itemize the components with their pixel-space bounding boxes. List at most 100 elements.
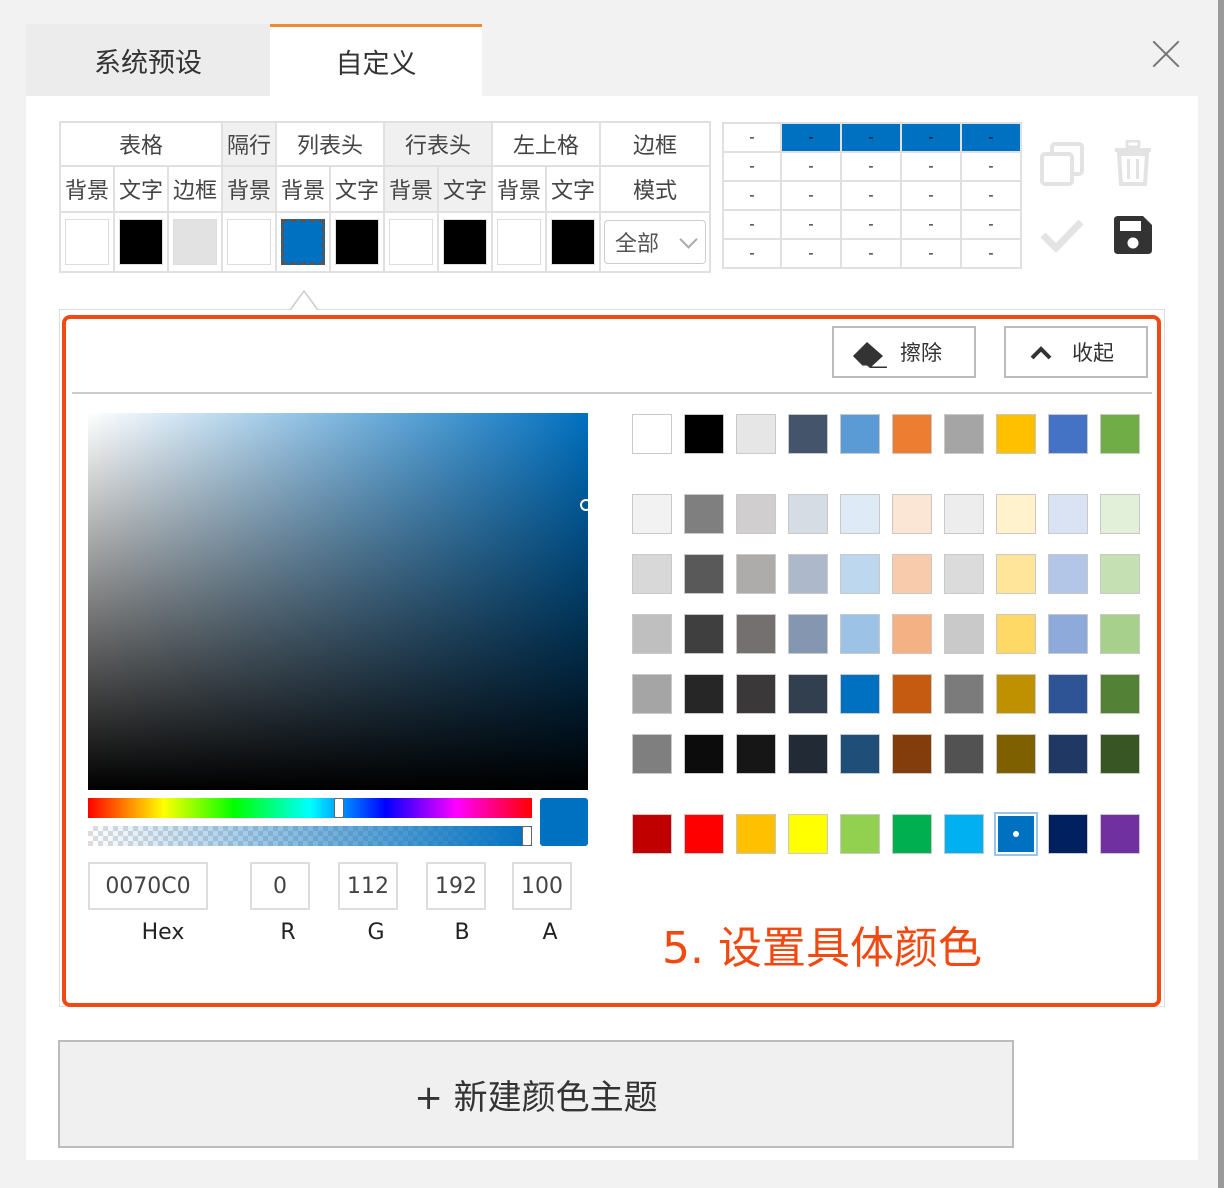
copy-icon[interactable] (1040, 142, 1084, 186)
g-input[interactable]: 112 (338, 862, 398, 910)
palette-swatch[interactable] (736, 494, 776, 534)
palette-swatch[interactable] (944, 414, 984, 454)
palette-swatch[interactable] (736, 414, 776, 454)
palette-swatch[interactable] (632, 734, 672, 774)
palette-swatch[interactable] (1048, 734, 1088, 774)
palette-swatch[interactable] (1048, 814, 1088, 854)
palette-swatch[interactable] (736, 614, 776, 654)
palette-swatch[interactable] (996, 814, 1036, 854)
palette-swatch[interactable] (892, 734, 932, 774)
saturation-value-area[interactable] (88, 413, 588, 790)
swatch-table-border[interactable] (173, 219, 217, 265)
palette-swatch[interactable] (632, 814, 672, 854)
swatch-rowheader-bg[interactable] (389, 219, 433, 265)
palette-swatch[interactable] (996, 674, 1036, 714)
palette-swatch[interactable] (944, 814, 984, 854)
a-input[interactable]: 100 (512, 862, 572, 910)
palette-swatch[interactable] (892, 414, 932, 454)
palette-swatch[interactable] (996, 614, 1036, 654)
palette-swatch[interactable] (736, 814, 776, 854)
palette-swatch[interactable] (1048, 414, 1088, 454)
tab-custom[interactable]: 自定义 (270, 24, 482, 96)
palette-swatch[interactable] (684, 554, 724, 594)
hue-slider-handle[interactable] (334, 798, 344, 818)
palette-swatch[interactable] (944, 674, 984, 714)
palette-swatch[interactable] (1100, 614, 1140, 654)
tab-preset[interactable]: 系统预设 (26, 24, 270, 96)
swatch-rowheader-text[interactable] (443, 219, 487, 265)
palette-swatch[interactable] (632, 614, 672, 654)
palette-swatch[interactable] (1100, 554, 1140, 594)
palette-swatch[interactable] (944, 554, 984, 594)
palette-swatch[interactable] (892, 554, 932, 594)
swatch-topleft-text[interactable] (551, 219, 595, 265)
palette-swatch[interactable] (996, 494, 1036, 534)
border-mode-select[interactable]: 全部 (604, 220, 706, 264)
swatch-colheader-bg[interactable] (281, 219, 325, 265)
palette-swatch[interactable] (684, 614, 724, 654)
swatch-table-bg[interactable] (65, 219, 109, 265)
palette-swatch[interactable] (684, 494, 724, 534)
r-input[interactable]: 0 (250, 862, 310, 910)
palette-swatch[interactable] (944, 494, 984, 534)
palette-swatch[interactable] (944, 734, 984, 774)
b-input[interactable]: 192 (426, 862, 486, 910)
palette-swatch[interactable] (1048, 674, 1088, 714)
palette-swatch[interactable] (632, 494, 672, 534)
palette-swatch[interactable] (892, 614, 932, 654)
palette-swatch[interactable] (788, 614, 828, 654)
palette-swatch[interactable] (1100, 494, 1140, 534)
palette-swatch[interactable] (1100, 674, 1140, 714)
palette-swatch[interactable] (736, 734, 776, 774)
palette-swatch[interactable] (788, 494, 828, 534)
palette-swatch[interactable] (788, 734, 828, 774)
swatch-altrow-bg[interactable] (227, 219, 271, 265)
check-icon[interactable] (1040, 218, 1084, 252)
palette-swatch[interactable] (1100, 814, 1140, 854)
close-icon[interactable] (1150, 38, 1182, 70)
palette-swatch[interactable] (684, 674, 724, 714)
palette-swatch[interactable] (632, 674, 672, 714)
swatch-colheader-text[interactable] (335, 219, 379, 265)
palette-swatch[interactable] (788, 674, 828, 714)
palette-swatch[interactable] (736, 554, 776, 594)
palette-swatch[interactable] (632, 554, 672, 594)
palette-swatch[interactable] (996, 414, 1036, 454)
palette-swatch[interactable] (1100, 734, 1140, 774)
palette-swatch[interactable] (840, 414, 880, 454)
hex-input[interactable]: 0070C0 (88, 862, 208, 910)
new-theme-button[interactable]: + 新建颜色主题 (58, 1040, 1014, 1148)
palette-swatch[interactable] (1048, 554, 1088, 594)
collapse-button[interactable]: 收起 (1004, 326, 1148, 378)
trash-icon[interactable] (1114, 140, 1152, 186)
swatch-table-text[interactable] (119, 219, 163, 265)
alpha-slider[interactable] (88, 826, 532, 846)
palette-swatch[interactable] (840, 614, 880, 654)
palette-swatch[interactable] (684, 814, 724, 854)
palette-swatch[interactable] (840, 674, 880, 714)
swatch-topleft-bg[interactable] (497, 219, 541, 265)
palette-swatch[interactable] (684, 414, 724, 454)
palette-swatch[interactable] (892, 814, 932, 854)
palette-swatch[interactable] (788, 414, 828, 454)
alpha-slider-handle[interactable] (522, 826, 532, 846)
palette-swatch[interactable] (840, 734, 880, 774)
palette-swatch[interactable] (892, 494, 932, 534)
palette-swatch[interactable] (684, 734, 724, 774)
palette-swatch[interactable] (944, 614, 984, 654)
palette-swatch[interactable] (996, 554, 1036, 594)
palette-swatch[interactable] (840, 494, 880, 534)
palette-swatch[interactable] (840, 814, 880, 854)
erase-button[interactable]: 擦除 (832, 326, 976, 378)
palette-swatch[interactable] (736, 674, 776, 714)
palette-swatch[interactable] (1048, 494, 1088, 534)
palette-swatch[interactable] (996, 734, 1036, 774)
palette-swatch[interactable] (892, 674, 932, 714)
palette-swatch[interactable] (788, 814, 828, 854)
palette-swatch[interactable] (1100, 414, 1140, 454)
save-icon[interactable] (1114, 216, 1152, 254)
palette-swatch[interactable] (788, 554, 828, 594)
palette-swatch[interactable] (632, 414, 672, 454)
sv-cursor[interactable] (580, 499, 592, 511)
palette-swatch[interactable] (1048, 614, 1088, 654)
